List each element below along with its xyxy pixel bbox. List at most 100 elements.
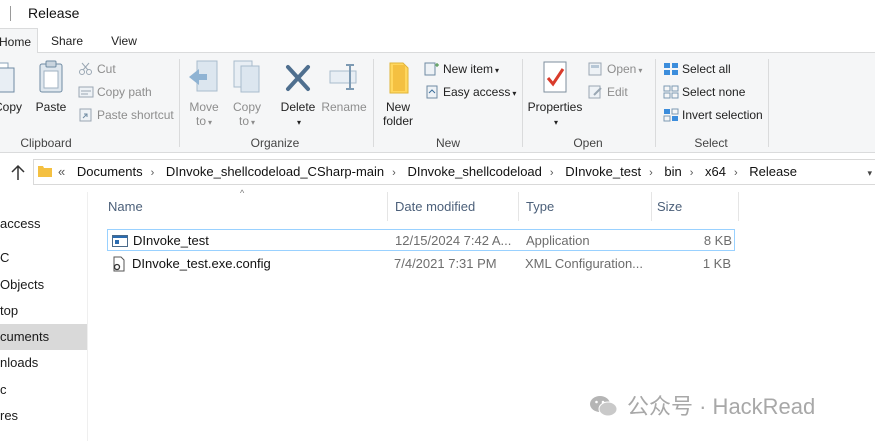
breadcrumb-dinvoke-shellcodeload[interactable]: DInvoke_shellcodeload bbox=[407, 164, 541, 179]
window-title: Release bbox=[28, 5, 80, 21]
chevron-down-icon: ▾ bbox=[512, 89, 517, 98]
open-label: Open bbox=[607, 62, 637, 76]
watermark-text: 公众号 · HackRead bbox=[627, 394, 816, 419]
copy-to-label-1: Copy bbox=[232, 100, 261, 114]
chevron-right-icon[interactable]: › bbox=[649, 167, 653, 179]
nav-item-quick-access[interactable]: access bbox=[0, 211, 87, 237]
file-date: 12/15/2024 7:42 A... bbox=[395, 233, 512, 248]
group-divider bbox=[522, 59, 523, 147]
easy-access-button[interactable]: Easy access ▾ bbox=[424, 83, 516, 101]
copy-button[interactable]: Copy bbox=[0, 59, 22, 114]
invert-selection-button[interactable]: Invert selection bbox=[663, 106, 763, 124]
edit-button[interactable]: Edit bbox=[588, 83, 628, 101]
new-folder-button[interactable]: New folder bbox=[378, 59, 418, 128]
folder-icon bbox=[38, 165, 52, 177]
properties-label: Properties bbox=[527, 100, 583, 114]
group-label-select: Select bbox=[694, 136, 728, 150]
nav-item-this-pc[interactable]: C bbox=[0, 245, 87, 271]
column-header-type[interactable]: Type bbox=[526, 192, 650, 221]
nav-item-3d-objects[interactable]: Objects bbox=[0, 272, 87, 298]
delete-x-icon bbox=[286, 65, 310, 91]
navigation-bar: « Documents › DInvoke_shellcodeload_CShar… bbox=[0, 154, 875, 192]
breadcrumb-x64[interactable]: x64 bbox=[705, 164, 726, 179]
navigation-pane: access C Objects top cuments nloads c re… bbox=[0, 192, 88, 441]
paste-label: Paste bbox=[35, 100, 67, 114]
invert-selection-icon bbox=[663, 108, 679, 122]
cut-button[interactable]: Cut bbox=[78, 60, 116, 78]
move-to-button[interactable]: Move to ▾ bbox=[184, 59, 224, 130]
select-none-button[interactable]: Select none bbox=[663, 83, 745, 101]
address-bar[interactable]: « Documents › DInvoke_shellcodeload_CShar… bbox=[33, 159, 875, 185]
column-header-size[interactable]: Size bbox=[657, 192, 737, 221]
paste-shortcut-button[interactable]: Paste shortcut bbox=[78, 106, 174, 124]
file-row[interactable]: DInvoke_test.exe.config 7/4/2021 7:31 PM… bbox=[107, 253, 735, 275]
nav-item-music[interactable]: c bbox=[0, 377, 87, 403]
scissors-icon bbox=[78, 62, 94, 76]
rename-label: Rename bbox=[321, 100, 367, 114]
column-header-date[interactable]: Date modified bbox=[395, 192, 517, 221]
group-divider bbox=[655, 59, 656, 147]
properties-dropdown-icon: ▾ bbox=[553, 118, 558, 127]
chevron-right-icon[interactable]: › bbox=[734, 167, 738, 179]
breadcrumb-release[interactable]: Release bbox=[749, 164, 797, 179]
paste-shortcut-label: Paste shortcut bbox=[97, 108, 174, 122]
copy-path-label: Copy path bbox=[97, 85, 152, 99]
easy-access-label: Easy access bbox=[443, 85, 511, 99]
open-icon bbox=[588, 62, 604, 76]
chevron-right-icon[interactable]: › bbox=[690, 167, 694, 179]
breadcrumb-dinvoke-main[interactable]: DInvoke_shellcodeload_CSharp-main bbox=[166, 164, 384, 179]
group-divider bbox=[179, 59, 180, 147]
properties-button[interactable]: Properties ▾ bbox=[526, 59, 584, 130]
open-button[interactable]: Open ▾ bbox=[588, 60, 642, 78]
breadcrumb-dinvoke-test[interactable]: DInvoke_test bbox=[565, 164, 641, 179]
copy-to-button[interactable]: Copy to ▾ bbox=[227, 59, 267, 130]
select-all-button[interactable]: Select all bbox=[663, 60, 731, 78]
nav-item-downloads[interactable]: nloads bbox=[0, 350, 87, 376]
nav-item-documents[interactable]: cuments bbox=[0, 324, 87, 350]
breadcrumb-bin[interactable]: bin bbox=[664, 164, 681, 179]
file-row[interactable]: DInvoke_test 12/15/2024 7:42 A... Applic… bbox=[107, 229, 735, 251]
new-folder-label-1: New bbox=[385, 100, 410, 114]
select-none-label: Select none bbox=[682, 85, 746, 99]
invert-selection-label: Invert selection bbox=[682, 108, 763, 122]
column-divider[interactable] bbox=[387, 192, 388, 221]
chevron-right-icon[interactable]: › bbox=[550, 167, 554, 179]
chevron-right-icon[interactable]: › bbox=[151, 167, 155, 179]
group-label-clipboard: Clipboard bbox=[20, 136, 72, 150]
cut-label: Cut bbox=[97, 62, 116, 76]
column-divider[interactable] bbox=[651, 192, 652, 221]
delete-button[interactable]: Delete ▾ bbox=[278, 59, 318, 130]
tab-home[interactable]: Home bbox=[0, 28, 38, 54]
paste-shortcut-icon bbox=[78, 108, 94, 122]
wechat-icon bbox=[589, 394, 619, 418]
nav-item-pictures[interactable]: res bbox=[0, 403, 87, 429]
breadcrumb-documents[interactable]: Documents bbox=[77, 164, 143, 179]
nav-item-desktop[interactable]: top bbox=[0, 298, 87, 324]
chevron-down-icon: ▾ bbox=[638, 66, 643, 75]
copy-path-button[interactable]: Copy path bbox=[78, 83, 152, 101]
tab-share[interactable]: Share bbox=[46, 28, 88, 53]
group-label-organize: Organize bbox=[250, 136, 300, 150]
copy-icon bbox=[0, 62, 15, 93]
tab-view[interactable]: View bbox=[106, 28, 142, 53]
address-dropdown-icon[interactable]: ▾ bbox=[867, 168, 872, 179]
properties-icon bbox=[543, 61, 567, 93]
config-file-icon bbox=[111, 256, 127, 272]
chevron-right-icon[interactable]: › bbox=[392, 167, 396, 179]
group-divider bbox=[768, 59, 769, 147]
column-divider[interactable] bbox=[738, 192, 739, 221]
breadcrumb-overflow[interactable]: « bbox=[58, 164, 65, 179]
chevron-down-icon: ▾ bbox=[495, 66, 500, 75]
up-arrow-icon[interactable] bbox=[10, 164, 26, 182]
application-icon bbox=[112, 233, 128, 249]
file-type: Application bbox=[526, 233, 590, 248]
column-divider[interactable] bbox=[518, 192, 519, 221]
paste-button[interactable]: Paste bbox=[33, 59, 69, 114]
new-folder-label-2: folder bbox=[382, 114, 414, 128]
new-item-button[interactable]: New item ▾ bbox=[424, 60, 499, 78]
file-date: 7/4/2021 7:31 PM bbox=[394, 256, 497, 271]
select-none-icon bbox=[663, 85, 679, 99]
rename-button[interactable]: Rename bbox=[320, 59, 368, 114]
select-all-label: Select all bbox=[682, 62, 731, 76]
column-header-name[interactable]: Name bbox=[108, 192, 385, 221]
